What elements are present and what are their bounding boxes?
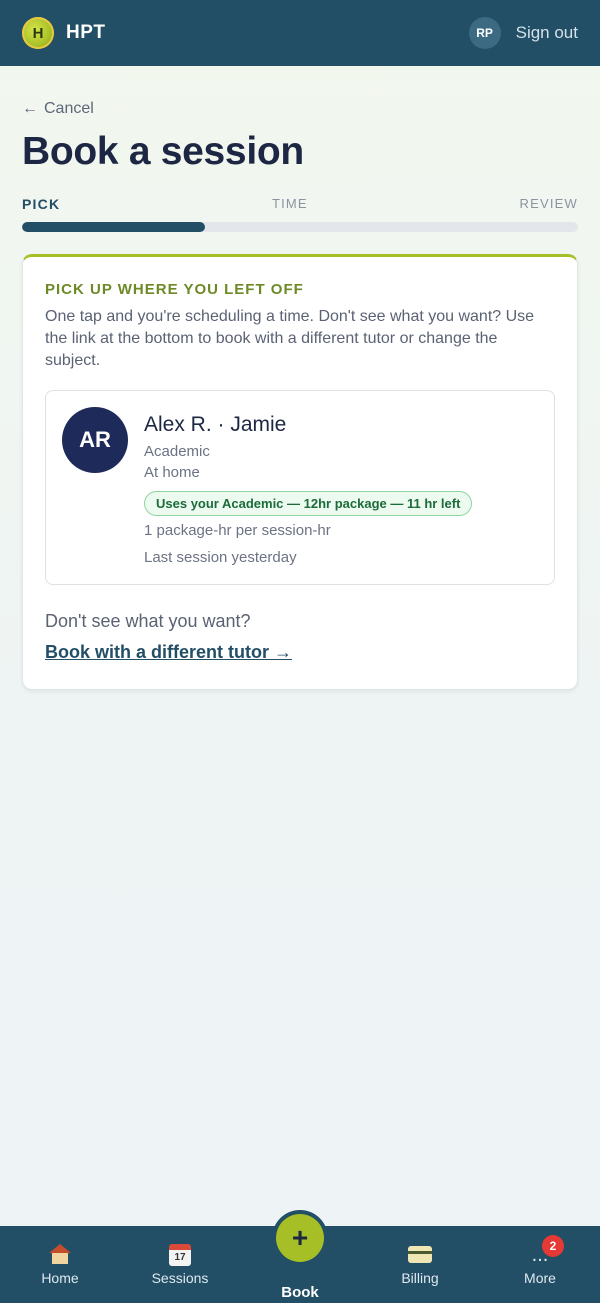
progress-bar bbox=[22, 222, 578, 232]
brand-name: HPT bbox=[66, 22, 106, 43]
step-indicator: PICK TIME REVIEW bbox=[22, 196, 578, 212]
nav-item-billing[interactable]: Billing bbox=[360, 1226, 480, 1303]
tutor-option-card[interactable]: AR Alex R. · Jamie Academic At home Uses… bbox=[45, 390, 555, 585]
nav-item-home[interactable]: Home bbox=[0, 1226, 120, 1303]
nav-item-book[interactable]: + Book bbox=[240, 1214, 360, 1303]
page-title: Book a session bbox=[22, 130, 304, 173]
step-time: TIME bbox=[271, 196, 308, 211]
package-rate-note: 1 package-hr per session-hr bbox=[144, 522, 331, 539]
credit-card-icon bbox=[408, 1242, 432, 1268]
tutor-subject: Academic bbox=[144, 443, 210, 460]
nav-label-sessions: Sessions bbox=[151, 1270, 209, 1286]
main-content: ← Cancel Book a session PICK TIME REVIEW… bbox=[22, 100, 578, 690]
different-tutor-link[interactable]: Book with a different tutor → bbox=[45, 642, 292, 663]
account-area: RP Sign out bbox=[468, 17, 578, 49]
resume-description: One tap and you're scheduling a time. Do… bbox=[45, 308, 535, 369]
nav-label-book: Book bbox=[281, 1284, 319, 1301]
resume-heading: PICK UP WHERE YOU LEFT OFF bbox=[45, 281, 304, 298]
step-pick: PICK bbox=[22, 196, 61, 212]
nav-label-billing: Billing bbox=[401, 1270, 439, 1286]
nav-item-sessions[interactable]: 17 Sessions bbox=[120, 1226, 240, 1303]
cancel-label: Cancel bbox=[44, 100, 94, 117]
app-logo[interactable]: H bbox=[22, 17, 54, 49]
tutor-info: Alex R. · Jamie Academic At home Uses yo… bbox=[144, 407, 473, 566]
notification-badge: 2 bbox=[542, 1235, 564, 1257]
arrow-left-icon: ← bbox=[22, 100, 38, 117]
plus-icon[interactable]: + bbox=[276, 1214, 324, 1262]
last-session-note: Last session yesterday bbox=[144, 549, 297, 566]
step-review: REVIEW bbox=[519, 196, 578, 211]
tutor-avatar: AR bbox=[62, 407, 128, 473]
user-avatar[interactable]: RP bbox=[468, 17, 501, 49]
sign-out-button[interactable]: Sign out bbox=[516, 23, 578, 43]
package-badge: Uses your Academic — 12hr package — 11 h… bbox=[144, 491, 473, 516]
top-bar: H HPT RP Sign out bbox=[0, 0, 600, 66]
home-icon bbox=[49, 1242, 71, 1268]
bottom-nav: Home 17 Sessions + Book Billing ... 2 Mo… bbox=[0, 1214, 600, 1303]
calendar-icon: 17 bbox=[169, 1242, 191, 1268]
dont-see-text: Don't see what you want? bbox=[45, 611, 251, 631]
progress-bar-fill bbox=[22, 222, 206, 232]
nav-label-home: Home bbox=[41, 1270, 79, 1286]
calendar-date: 17 bbox=[169, 1244, 191, 1266]
tutor-name: Alex R. · Jamie bbox=[144, 413, 287, 436]
logo-letter: H bbox=[32, 24, 44, 42]
nav-label-more: More bbox=[524, 1270, 556, 1286]
cancel-link[interactable]: ← Cancel bbox=[22, 100, 578, 118]
resume-card: PICK UP WHERE YOU LEFT OFF One tap and y… bbox=[22, 254, 578, 690]
nav-item-more[interactable]: ... 2 More bbox=[480, 1226, 600, 1303]
tutor-location: At home bbox=[144, 464, 200, 481]
